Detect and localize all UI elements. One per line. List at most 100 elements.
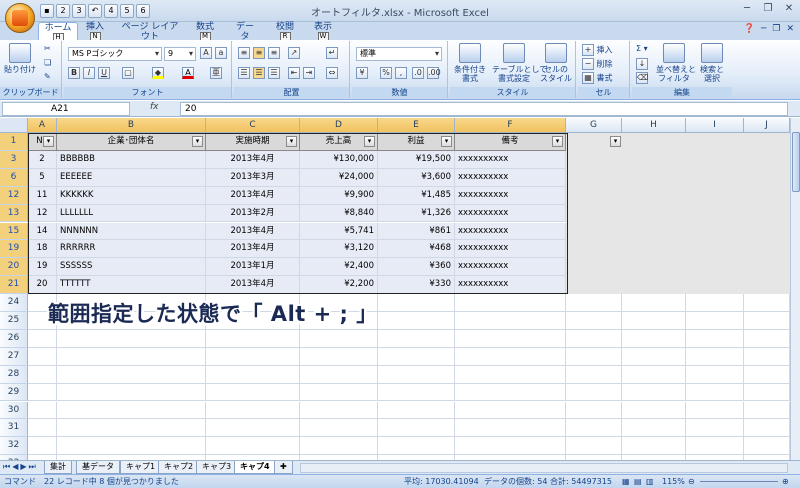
- sort-filter-button[interactable]: 並べ替えと フィルタ: [656, 43, 696, 87]
- tab-home[interactable]: ホーム H: [38, 22, 78, 42]
- table-cell[interactable]: ¥468: [378, 240, 455, 259]
- empty-cell[interactable]: [455, 329, 566, 348]
- empty-cell[interactable]: [300, 437, 378, 456]
- paste-button[interactable]: 貼り付け: [2, 43, 38, 87]
- empty-cell[interactable]: [686, 437, 744, 456]
- empty-cell[interactable]: [378, 401, 455, 420]
- restore-icon[interactable]: ❐: [759, 2, 777, 16]
- column-header-d[interactable]: D: [300, 118, 378, 133]
- row-header[interactable]: 27: [0, 347, 28, 366]
- column-header-a[interactable]: A: [28, 118, 57, 133]
- empty-cell[interactable]: [744, 365, 790, 384]
- conditional-format-button[interactable]: 条件付き 書式: [452, 43, 488, 87]
- table-cell[interactable]: 2: [28, 150, 57, 169]
- cut-icon[interactable]: ✂: [44, 44, 51, 53]
- column-header-j[interactable]: J: [744, 118, 790, 133]
- table-cell[interactable]: 2013年2月: [206, 204, 300, 223]
- office-button[interactable]: [5, 3, 35, 33]
- find-select-button[interactable]: 検索と 選択: [694, 43, 730, 87]
- table-cell[interactable]: ¥24,000: [300, 168, 378, 187]
- empty-cell[interactable]: [300, 419, 378, 438]
- empty-cell[interactable]: [378, 419, 455, 438]
- empty-cell[interactable]: [744, 401, 790, 420]
- empty-cell[interactable]: [455, 365, 566, 384]
- empty-cell[interactable]: [622, 401, 686, 420]
- align-center-icon[interactable]: ☰: [253, 67, 265, 79]
- empty-cell[interactable]: [206, 365, 300, 384]
- comma-icon[interactable]: ,: [395, 67, 407, 79]
- empty-cell[interactable]: [744, 347, 790, 366]
- new-sheet-icon[interactable]: ✚: [274, 461, 293, 474]
- fill-icon[interactable]: ↓: [636, 58, 648, 70]
- tab-page-layout[interactable]: ページ レイアウトP: [118, 22, 182, 51]
- table-cell[interactable]: ¥1,326: [378, 204, 455, 223]
- empty-cell[interactable]: [622, 294, 686, 312]
- empty-cell[interactable]: [57, 419, 206, 438]
- table-cell[interactable]: 5: [28, 168, 57, 187]
- empty-cell[interactable]: [378, 329, 455, 348]
- table-cell[interactable]: 2013年1月: [206, 258, 300, 277]
- filter-dropdown-icon[interactable]: ▾: [552, 136, 563, 147]
- table-cell[interactable]: 2013年4月: [206, 240, 300, 259]
- copy-icon[interactable]: ❏: [44, 58, 51, 67]
- minimize-icon[interactable]: ─: [738, 2, 756, 16]
- tab-view[interactable]: 表示 W: [310, 22, 336, 41]
- empty-cell[interactable]: [622, 347, 686, 366]
- decrease-decimal-icon[interactable]: .00: [427, 67, 441, 79]
- row-header[interactable]: 31: [0, 419, 28, 438]
- help-icon[interactable]: ❓: [744, 24, 755, 34]
- sheet-tab[interactable]: キャプ2: [158, 461, 200, 474]
- table-cell[interactable]: RRRRRR: [57, 240, 206, 259]
- align-right-icon[interactable]: ☰: [268, 67, 280, 79]
- font-color-icon[interactable]: A: [182, 67, 194, 79]
- zoom-out-icon[interactable]: ⊖: [688, 475, 695, 488]
- empty-cell[interactable]: [378, 437, 455, 456]
- row-header[interactable]: 15: [0, 222, 28, 241]
- merge-center-icon[interactable]: ⇔: [326, 67, 338, 79]
- table-cell[interactable]: 11: [28, 186, 57, 205]
- row-header[interactable]: 28: [0, 365, 28, 384]
- empty-cell[interactable]: [206, 419, 300, 438]
- empty-cell[interactable]: [744, 329, 790, 348]
- empty-cell[interactable]: [378, 365, 455, 384]
- shrink-font-icon[interactable]: a: [215, 47, 227, 59]
- row-header[interactable]: 13: [0, 204, 28, 223]
- column-header-f[interactable]: F: [455, 118, 566, 133]
- empty-cell[interactable]: [206, 437, 300, 456]
- table-cell[interactable]: NNNNNN: [57, 222, 206, 241]
- empty-cell[interactable]: [622, 437, 686, 456]
- filter-dropdown-icon[interactable]: ▾: [610, 136, 621, 147]
- empty-cell[interactable]: [57, 347, 206, 366]
- empty-cell[interactable]: [686, 347, 744, 366]
- empty-cell[interactable]: [57, 401, 206, 420]
- percent-icon[interactable]: %: [380, 67, 392, 79]
- row-header[interactable]: 20: [0, 258, 28, 277]
- table-cell[interactable]: 18: [28, 240, 57, 259]
- empty-cell[interactable]: [378, 383, 455, 402]
- worksheet-grid[interactable]: A B C D E F G H I J 1 No ▾ 企業･団体名 ▾ 実施時期 ▾ 売上高 ▾ 利益 ▾ 備考 ▾ ▾ 3 2 B…: [0, 118, 790, 460]
- column-header-c[interactable]: C: [206, 118, 300, 133]
- border-icon[interactable]: ▢: [122, 67, 134, 79]
- row-header[interactable]: 6: [0, 168, 28, 187]
- empty-cell[interactable]: [378, 294, 455, 312]
- empty-cell[interactable]: [566, 437, 622, 456]
- empty-cell[interactable]: [566, 383, 622, 402]
- empty-cell[interactable]: [455, 401, 566, 420]
- tab-formulas[interactable]: 数式 M: [192, 22, 218, 41]
- table-cell[interactable]: 2013年4月: [206, 186, 300, 205]
- row-header[interactable]: 25: [0, 312, 28, 330]
- zoom-in-icon[interactable]: ⊕: [782, 475, 789, 488]
- align-middle-icon[interactable]: ≡: [253, 47, 265, 59]
- empty-cell[interactable]: [206, 383, 300, 402]
- empty-cell[interactable]: [566, 419, 622, 438]
- table-cell[interactable]: EEEEEE: [57, 168, 206, 187]
- empty-cell[interactable]: [28, 329, 57, 348]
- orientation-icon[interactable]: ↗: [288, 47, 300, 59]
- table-cell[interactable]: xxxxxxxxxx: [455, 276, 566, 295]
- table-cell[interactable]: KKKKKK: [57, 186, 206, 205]
- scroll-thumb[interactable]: [792, 132, 800, 192]
- empty-cell[interactable]: [378, 312, 455, 330]
- empty-cell[interactable]: [300, 383, 378, 402]
- empty-cell[interactable]: [744, 312, 790, 330]
- number-format-combo[interactable]: 標準: [356, 47, 442, 61]
